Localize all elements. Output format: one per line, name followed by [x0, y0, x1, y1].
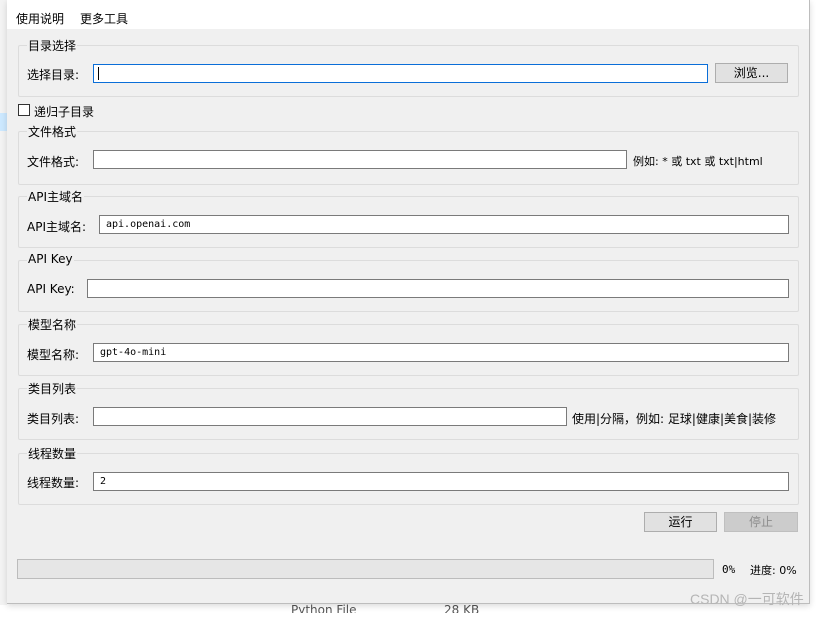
background-file-size: 28 KB: [444, 603, 480, 617]
model-label: 模型名称:: [27, 348, 80, 362]
model-group-title: 模型名称: [27, 316, 78, 333]
dir-input[interactable]: [93, 64, 708, 83]
progress-bar: [17, 559, 714, 579]
key-label: API Key:: [27, 282, 75, 296]
format-input[interactable]: [93, 150, 627, 169]
run-button[interactable]: 运行: [644, 512, 717, 532]
domain-input[interactable]: api.openai.com: [99, 215, 789, 234]
dir-label: 选择目录:: [27, 68, 80, 82]
thread-input[interactable]: 2: [93, 472, 789, 491]
domain-label: API主域名:: [27, 220, 87, 234]
format-hint: 例如: * 或 txt 或 txt|html: [633, 155, 763, 168]
format-label: 文件格式:: [27, 155, 80, 169]
category-hint: 使用|分隔，例如: 足球|健康|美食|装修: [572, 412, 777, 426]
api-key-input[interactable]: [87, 279, 789, 298]
format-group-title: 文件格式: [27, 123, 78, 140]
category-label: 类目列表:: [27, 412, 80, 426]
model-input[interactable]: gpt-4o-mini: [93, 343, 789, 362]
category-group-title: 类目列表: [27, 380, 78, 397]
menu-bar: 使用说明 更多工具: [7, 0, 809, 29]
recursive-checkbox-label[interactable]: 递归子目录: [34, 103, 94, 120]
domain-group-title: API主域名: [27, 188, 84, 205]
menu-usage[interactable]: 使用说明: [16, 10, 64, 27]
menu-more-tools[interactable]: 更多工具: [80, 10, 128, 27]
background-explorer-strip: [0, 0, 7, 614]
progress-status: 进度: 0%: [750, 564, 797, 577]
text-caret: [98, 66, 99, 80]
csdn-watermark: CSDN @一可软件: [690, 591, 804, 607]
app-window: 使用说明 更多工具 目录选择 选择目录: 浏览... 递归子目录 文件格式 文件…: [7, 0, 810, 604]
key-group-title: API Key: [27, 252, 74, 266]
browse-button[interactable]: 浏览...: [715, 63, 788, 83]
background-file-type: Python File: [291, 603, 357, 617]
background-selected-row: [0, 113, 7, 131]
thread-label: 线程数量:: [27, 476, 80, 490]
thread-group-title: 线程数量: [27, 445, 78, 462]
category-input[interactable]: [93, 407, 567, 426]
dir-group-title: 目录选择: [27, 37, 78, 54]
progress-percent: 0%: [722, 563, 736, 576]
stop-button[interactable]: 停止: [724, 512, 798, 532]
recursive-checkbox[interactable]: [18, 104, 30, 116]
